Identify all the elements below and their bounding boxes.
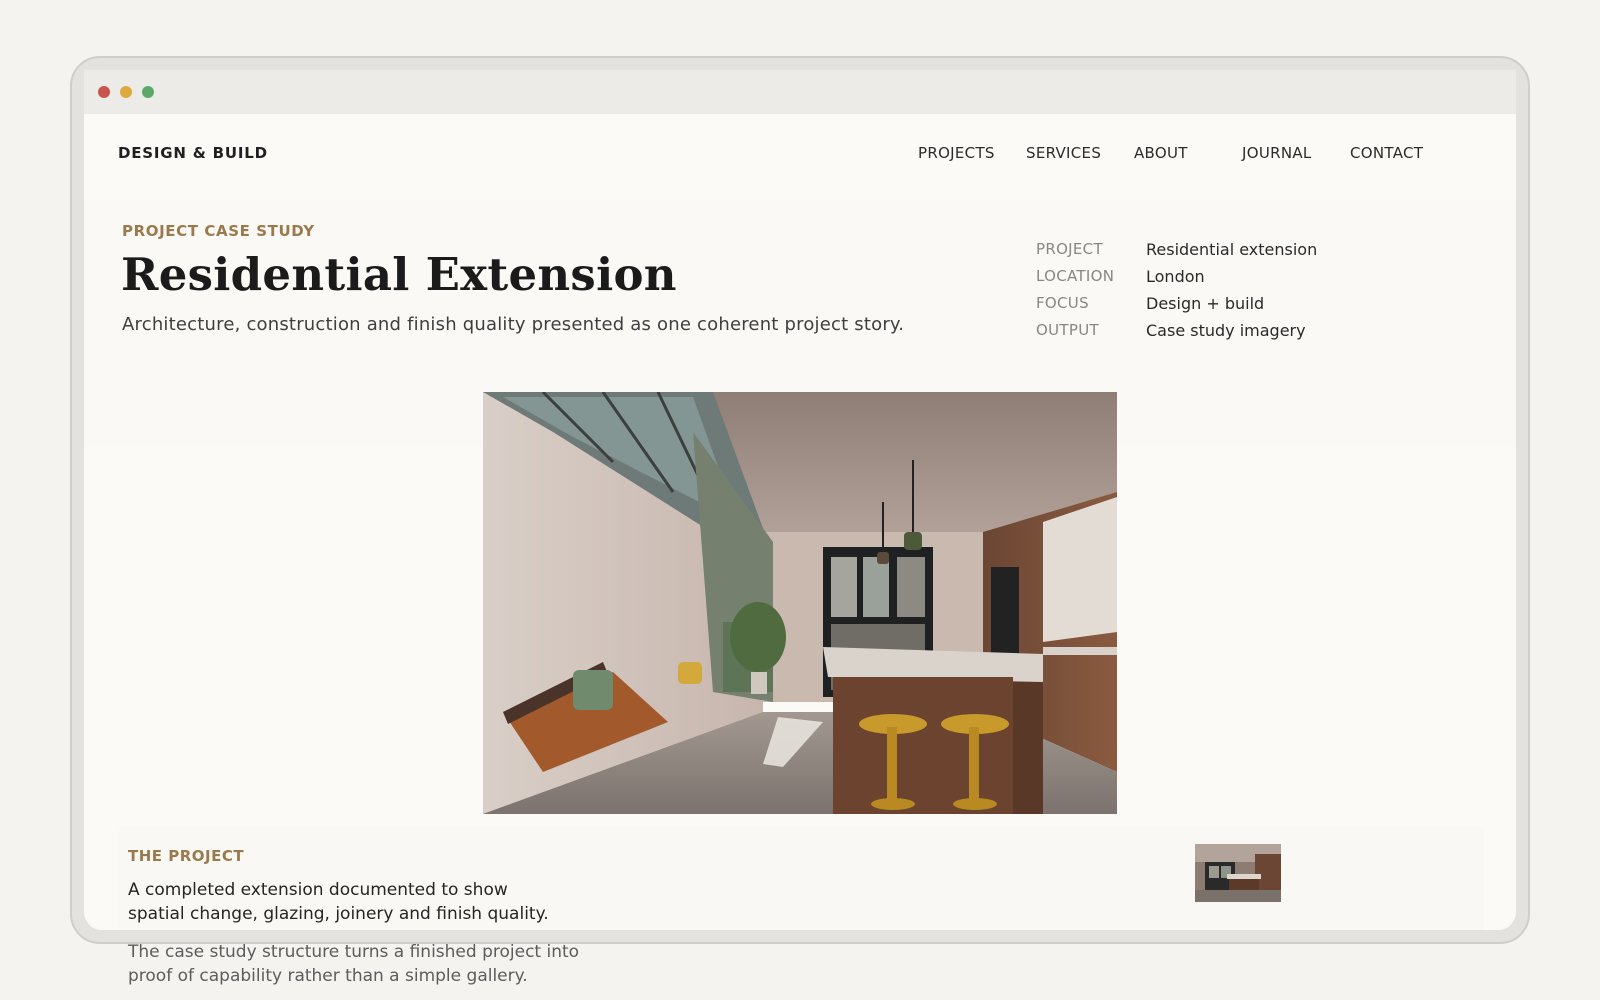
section-lead: A completed extension documented to show… bbox=[128, 878, 588, 926]
meta-label: OUTPUT bbox=[1036, 321, 1099, 339]
window-titlebar bbox=[84, 70, 1516, 114]
project-thumbnail[interactable] bbox=[1195, 844, 1281, 902]
hero-project-photo[interactable] bbox=[483, 392, 1117, 814]
page-subtitle: Architecture, construction and finish qu… bbox=[122, 314, 905, 335]
browser-window: DESIGN & BUILD PROJECTS SERVICES ABOUT J… bbox=[84, 70, 1516, 930]
nav-services[interactable]: SERVICES bbox=[1026, 144, 1101, 162]
meta-label: LOCATION bbox=[1036, 267, 1115, 285]
meta-value: London bbox=[1146, 267, 1205, 286]
close-window-icon[interactable] bbox=[98, 86, 110, 98]
section-body-line: The case study structure turns a finishe… bbox=[128, 942, 580, 962]
meta-value: Residential extension bbox=[1146, 240, 1318, 259]
section-body: The case study structure turns a finishe… bbox=[128, 940, 608, 988]
nav-projects[interactable]: PROJECTS bbox=[918, 144, 995, 162]
section-lead-line: A completed extension documented to show bbox=[128, 880, 508, 900]
nav-contact[interactable]: CONTACT bbox=[1350, 144, 1423, 162]
page-title: Residential Extension bbox=[121, 248, 677, 301]
meta-label: PROJECT bbox=[1036, 240, 1103, 258]
meta-value: Case study imagery bbox=[1146, 321, 1306, 340]
meta-label: FOCUS bbox=[1036, 294, 1089, 312]
section-lead-line: spatial change, glazing, joinery and fin… bbox=[128, 904, 549, 924]
maximize-window-icon[interactable] bbox=[142, 86, 154, 98]
nav-about[interactable]: ABOUT bbox=[1134, 144, 1188, 162]
hero-eyebrow: PROJECT CASE STUDY bbox=[122, 222, 315, 240]
section-eyebrow: THE PROJECT bbox=[128, 847, 245, 865]
meta-value: Design + build bbox=[1146, 294, 1265, 313]
brand-logo[interactable]: DESIGN & BUILD bbox=[118, 144, 268, 162]
section-body-line: proof of capability rather than a simple… bbox=[128, 966, 528, 986]
nav-journal[interactable]: JOURNAL bbox=[1242, 144, 1312, 162]
minimize-window-icon[interactable] bbox=[120, 86, 132, 98]
